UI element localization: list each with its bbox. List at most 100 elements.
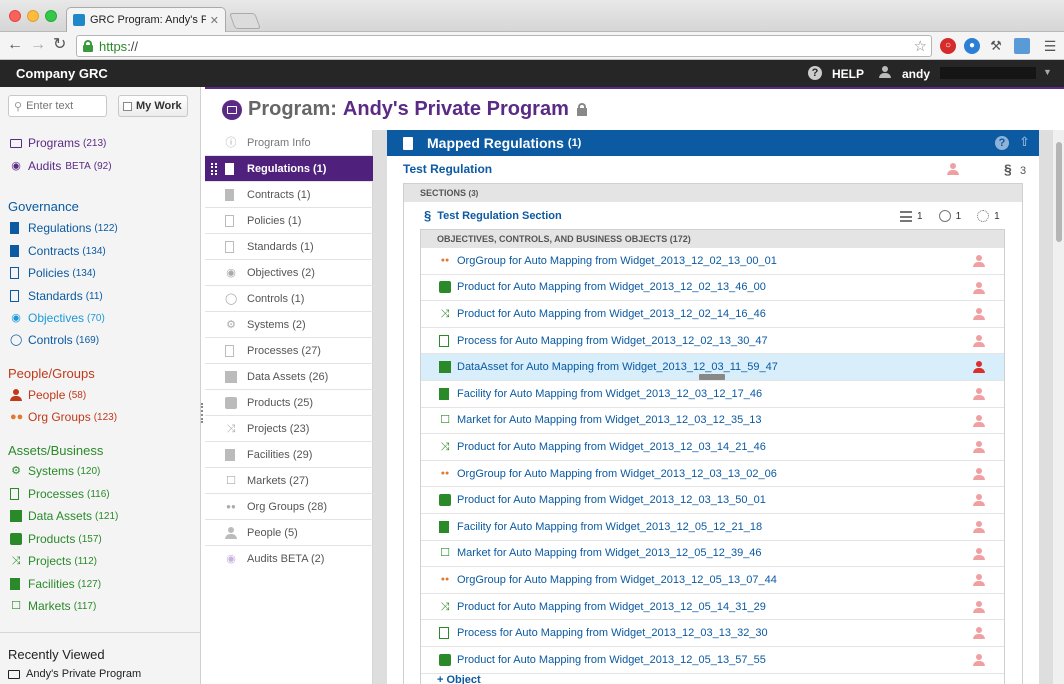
object-row[interactable]: ⤨ Product for Auto Mapping from Widget_2… <box>421 594 1004 621</box>
tab-org-groups[interactable]: ●● Org Groups (28) <box>205 494 373 520</box>
tab-policies[interactable]: Policies (1) <box>205 208 373 234</box>
bookmark-star-icon[interactable]: ☆ <box>914 37 927 55</box>
tab-audits[interactable]: ◉ Audits BETA (2) <box>205 546 373 572</box>
address-bar[interactable]: https :// ☆ <box>76 35 932 57</box>
object-row[interactable]: Facility for Auto Mapping from Widget_20… <box>421 514 1004 541</box>
object-row[interactable]: ●● OrgGroup for Auto Mapping from Widget… <box>421 461 1004 488</box>
my-work-toggle[interactable]: My Work <box>118 95 188 117</box>
owner-icon[interactable] <box>973 574 985 587</box>
sidebar-item-facilities[interactable]: Facilities (127) <box>10 577 101 591</box>
collapse-up-icon[interactable]: ⇧ <box>1019 134 1030 150</box>
minimize-window-button[interactable] <box>27 10 39 22</box>
search-input[interactable] <box>26 100 97 112</box>
tab-facilities[interactable]: Facilities (29) <box>205 442 373 468</box>
maximize-window-button[interactable] <box>45 10 57 22</box>
object-row[interactable]: ☐ Market for Auto Mapping from Widget_20… <box>421 541 1004 568</box>
owner-icon[interactable] <box>973 521 985 533</box>
owner-icon[interactable] <box>973 255 985 267</box>
scrollbar-thumb[interactable] <box>1056 142 1062 242</box>
sidebar-item-programs[interactable]: Programs (213) <box>10 136 106 150</box>
regulation-title[interactable]: Test Regulation <box>403 162 492 176</box>
forward-arrow-icon[interactable]: → <box>30 36 46 54</box>
owner-icon[interactable] <box>973 600 985 613</box>
owner-icon[interactable] <box>973 627 985 640</box>
sidebar-item-processes[interactable]: Processes (116) <box>10 487 110 501</box>
object-row[interactable]: Process for Auto Mapping from Widget_201… <box>421 620 1004 647</box>
owner-icon[interactable] <box>973 334 985 347</box>
object-row[interactable]: Product for Auto Mapping from Widget_201… <box>421 487 1004 514</box>
owner-icon[interactable] <box>973 441 985 454</box>
object-row[interactable]: Product for Auto Mapping from Widget_201… <box>421 647 1004 674</box>
add-object-link[interactable]: + Object <box>437 674 481 684</box>
sidebar-item-contracts[interactable]: Contracts (134) <box>10 244 106 258</box>
reload-icon[interactable]: ↻ <box>53 36 66 54</box>
object-row[interactable]: ⤨ Product for Auto Mapping from Widget_2… <box>421 434 1004 461</box>
menu-icon[interactable]: ☰ <box>1042 38 1058 54</box>
owner-icon[interactable] <box>973 414 985 427</box>
sidebar-item-markets[interactable]: ☐ Markets (117) <box>10 599 96 613</box>
sidebar-item-policies[interactable]: Policies (134) <box>10 266 96 280</box>
object-row[interactable]: Product for Auto Mapping from Widget_201… <box>421 275 1004 302</box>
tab-close-icon[interactable]: ✕ <box>210 14 219 27</box>
sidebar-item-data-assets[interactable]: Data Assets (121) <box>10 509 118 523</box>
sidebar-item-projects[interactable]: ⤨ Projects (112) <box>10 554 97 568</box>
tab-standards[interactable]: Standards (1) <box>205 234 373 260</box>
drag-handle-icon[interactable] <box>211 162 217 175</box>
owner-icon[interactable] <box>973 547 985 560</box>
owner-icon[interactable] <box>973 467 985 480</box>
expand-row-handle[interactable] <box>699 374 725 381</box>
section-people-groups[interactable]: People/Groups <box>8 366 95 381</box>
extension-globe-icon[interactable]: ● <box>964 38 980 54</box>
panel-header[interactable]: Mapped Regulations (1) ? ⇧ <box>387 130 1039 156</box>
chevron-down-icon[interactable]: ▼ <box>1043 67 1052 77</box>
my-work-checkbox[interactable] <box>123 101 132 111</box>
help-link[interactable]: HELP <box>832 67 864 81</box>
sidebar-item-regulations[interactable]: Regulations (122) <box>10 221 118 235</box>
object-row[interactable]: ●● OrgGroup for Auto Mapping from Widget… <box>421 248 1004 275</box>
brand-logo[interactable]: Company GRC <box>16 66 108 81</box>
search-box[interactable]: ⚲ <box>8 95 107 117</box>
tab-products[interactable]: Products (25) <box>205 390 373 416</box>
tab-systems[interactable]: ⚙ Systems (2) <box>205 312 373 338</box>
sidebar-item-standards[interactable]: Standards (11) <box>10 289 103 303</box>
sidebar-item-objectives[interactable]: ◉ Objectives (70) <box>10 311 105 325</box>
sidebar-item-audits[interactable]: ◉ Audits BETA (92) <box>10 159 111 173</box>
wrench-icon[interactable]: ⚒ <box>988 38 1004 54</box>
tab-contracts[interactable]: Contracts (1) <box>205 182 373 208</box>
help-icon[interactable]: ? <box>808 66 822 80</box>
object-row[interactable]: Facility for Auto Mapping from Widget_20… <box>421 381 1004 408</box>
object-row[interactable]: ●● OrgGroup for Auto Mapping from Widget… <box>421 567 1004 594</box>
tab-data-assets[interactable]: Data Assets (26) <box>205 364 373 390</box>
owner-icon[interactable] <box>973 388 985 400</box>
user-name[interactable]: andy <box>902 67 930 81</box>
tab-controls[interactable]: ◯ Controls (1) <box>205 286 373 312</box>
back-arrow-icon[interactable]: ← <box>7 36 23 54</box>
page-scrollbar[interactable] <box>1052 130 1064 684</box>
tab-program-info[interactable]: ⓘ Program Info <box>205 130 373 156</box>
tab-people[interactable]: People (5) <box>205 520 373 546</box>
object-row-selected[interactable]: DataAsset for Auto Mapping from Widget_2… <box>421 354 1004 381</box>
owner-icon[interactable] <box>973 361 985 374</box>
section-governance[interactable]: Governance <box>8 199 79 214</box>
section-title[interactable]: § Test Regulation Section <box>424 208 562 223</box>
sidebar-resize-handle[interactable] <box>201 403 204 423</box>
extension-stop-icon[interactable]: ○ <box>940 38 956 54</box>
recent-item[interactable]: Andy's Private Program <box>8 668 141 680</box>
sidebar-item-products[interactable]: Products (157) <box>10 532 102 546</box>
owner-icon[interactable] <box>947 163 959 175</box>
sidebar-item-systems[interactable]: ⚙ Systems (120) <box>10 464 100 478</box>
tab-objectives[interactable]: ◉ Objectives (2) <box>205 260 373 286</box>
owner-icon[interactable] <box>973 494 985 507</box>
tab-regulations[interactable]: Regulations (1) <box>205 156 373 182</box>
sidebar-item-people[interactable]: People (58) <box>10 388 86 402</box>
owner-icon[interactable] <box>973 281 985 294</box>
close-window-button[interactable] <box>9 10 21 22</box>
object-row[interactable]: ☐ Market for Auto Mapping from Widget_20… <box>421 408 1004 435</box>
new-tab-button[interactable] <box>229 13 261 29</box>
sidebar-item-org-groups[interactable]: ●● Org Groups (123) <box>10 410 117 424</box>
extension-window-icon[interactable] <box>1014 38 1030 54</box>
tab-projects[interactable]: ⤨ Projects (23) <box>205 416 373 442</box>
section-assets-business[interactable]: Assets/Business <box>8 443 103 458</box>
sidebar-item-controls[interactable]: ◯ Controls (169) <box>10 333 99 347</box>
object-row[interactable]: Process for Auto Mapping from Widget_201… <box>421 328 1004 355</box>
